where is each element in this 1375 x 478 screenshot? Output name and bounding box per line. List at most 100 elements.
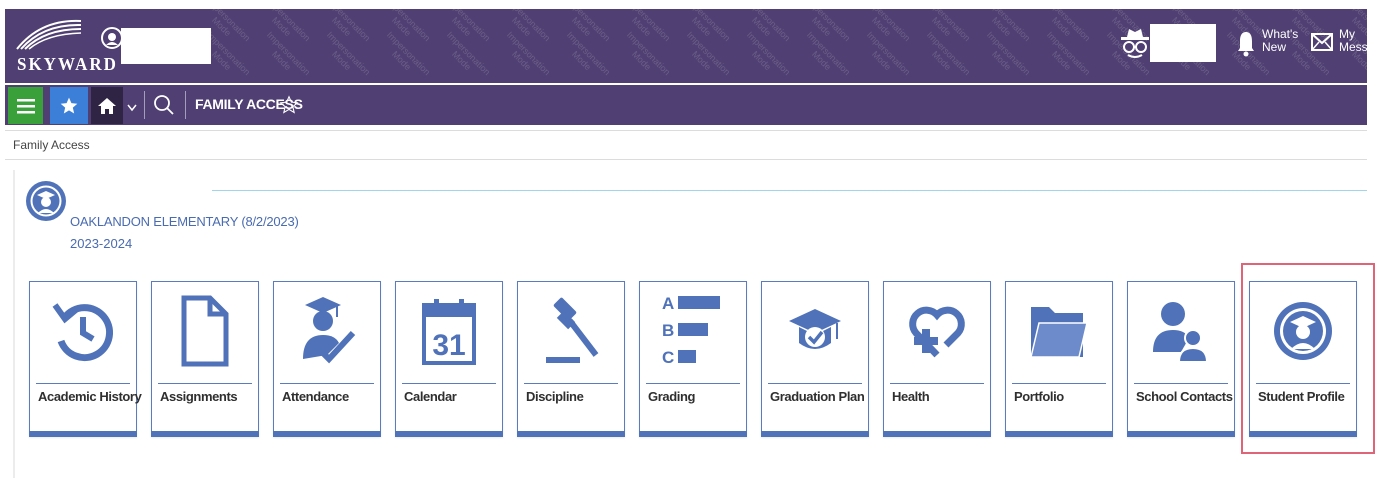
watermark-text: Impersonation Mode (624, 29, 673, 78)
watermark-text: Impersonation Mode (384, 9, 433, 44)
tile-label: Health (892, 389, 930, 404)
watermark-text: Impersonation Mode (504, 9, 553, 44)
tile-rule (1012, 383, 1106, 384)
watermark-text: Impersonation Mode (1044, 29, 1093, 78)
tile-accent (883, 431, 991, 437)
tile-rule (158, 383, 252, 384)
tile-label: School Contacts (1136, 389, 1233, 404)
tile-calendar[interactable]: 31 Calendar (395, 281, 503, 437)
my-messages-link[interactable]: My Messages (1339, 28, 1367, 54)
top-header: Impersonation Mode Impersonation Mode Impe… (5, 9, 1367, 83)
watermark-text: Impersonation Mode (804, 29, 853, 78)
tile-accent (273, 431, 381, 437)
watermark-text: Impersonation Mode (864, 29, 913, 78)
divider (144, 91, 145, 119)
tile-health[interactable]: Health (883, 281, 991, 437)
watermark-text: Impersonation Mode (684, 29, 733, 78)
student-check-icon (303, 297, 356, 364)
navigation-bar: FAMILY ACCESS (5, 85, 1367, 125)
tile-assignments[interactable]: Assignments (151, 281, 259, 437)
section-divider (212, 190, 1367, 191)
tile-accent (1005, 431, 1113, 437)
watermark-text: Impersonation Mode (1044, 9, 1093, 44)
history-icon (52, 303, 114, 362)
skyward-logo[interactable]: SKYWARD (11, 15, 116, 77)
calendar-day: 31 (432, 329, 465, 362)
student-avatar-icon[interactable] (101, 27, 123, 49)
school-name[interactable]: OAKLANDON ELEMENTARY (8/2/2023) (70, 214, 299, 229)
watermark-text: Impersonation Mode (864, 9, 913, 44)
menu-button[interactable] (8, 87, 43, 124)
tile-accent (517, 431, 625, 437)
tile-accent (761, 431, 869, 437)
hamburger-icon (16, 98, 35, 113)
bell-icon[interactable] (1236, 29, 1256, 59)
logo-text: SKYWARD (17, 54, 118, 75)
chevron-down-icon[interactable] (125, 99, 139, 113)
watermark-text: Impersonation Mode (744, 29, 793, 78)
watermark-text: Impersonation Mode (564, 9, 613, 44)
watermark-text: Impersonation Mode (384, 29, 433, 78)
watermark-text: Impersonation Mode (564, 29, 613, 78)
tile-rule (402, 383, 496, 384)
watermark-text: Impersonation Mode (804, 9, 853, 44)
tile-rule (1134, 383, 1228, 384)
tile-rule (768, 383, 862, 384)
tile-rule (646, 383, 740, 384)
tile-label: Attendance (282, 389, 349, 404)
tile-rule (524, 383, 618, 384)
watermark-text: Impersonation Mode (324, 9, 373, 44)
gavel-icon (546, 297, 599, 363)
watermark-text: Impersonation Mode (324, 29, 373, 78)
grade-letter-a: A (662, 294, 674, 313)
tile-accent (639, 431, 747, 437)
watermark-text: Impersonation Mode (984, 9, 1033, 44)
tile-discipline[interactable]: Discipline (517, 281, 625, 437)
redacted-user-name (1150, 24, 1216, 62)
mail-icon[interactable] (1311, 33, 1333, 51)
tile-label: Calendar (404, 389, 457, 404)
watermark-text: Impersonation Mode (504, 29, 553, 78)
tile-portfolio[interactable]: Portfolio (1005, 281, 1113, 437)
logo-swoosh-icon (16, 19, 82, 50)
watermark-text: Impersonation Mode (444, 9, 493, 44)
folder-icon (1030, 307, 1088, 358)
redacted-student-name (121, 28, 211, 64)
grade-letter-c: C (662, 348, 674, 367)
calendar-icon: 31 (422, 299, 476, 365)
watermark-text: Impersonation Mode (444, 29, 493, 78)
watermark-text: Impersonation Mode (924, 29, 973, 78)
breadcrumb[interactable]: Family Access (13, 138, 90, 152)
document-icon (181, 295, 229, 367)
impersonation-icon[interactable] (1119, 25, 1151, 61)
highlight-annotation (1241, 263, 1375, 454)
breadcrumb-bar: Family Access (5, 130, 1367, 160)
tile-graduation-plan[interactable]: Graduation Plan (761, 281, 869, 437)
whats-new-link[interactable]: What's New (1262, 28, 1298, 54)
tile-academic-history[interactable]: Academic History (29, 281, 142, 437)
watermark-text: Impersonation Mode (984, 29, 1033, 78)
tile-accent (1127, 431, 1235, 437)
favorite-star-outline-icon[interactable] (279, 95, 299, 115)
content-border (13, 170, 15, 478)
tile-label: Academic History (38, 389, 142, 404)
divider (185, 91, 186, 119)
watermark-text: Impersonation Mode (624, 9, 673, 44)
home-button[interactable] (91, 87, 123, 124)
graduation-cap-icon (789, 309, 841, 349)
school-year: 2023-2024 (70, 236, 133, 251)
home-icon (98, 97, 116, 114)
favorites-button[interactable] (50, 87, 88, 124)
contacts-icon (1153, 302, 1209, 363)
tile-grading[interactable]: A B C Grading (639, 281, 747, 437)
student-avatar-icon[interactable] (25, 180, 67, 222)
tile-school-contacts[interactable]: School Contacts (1127, 281, 1235, 437)
tile-rule (280, 383, 374, 384)
tile-attendance[interactable]: Attendance (273, 281, 381, 437)
tile-accent (151, 431, 259, 437)
watermark-text: Impersonation Mode (264, 29, 313, 78)
heart-plus-icon (909, 306, 965, 358)
tile-label: Assignments (160, 389, 238, 404)
search-icon[interactable] (153, 94, 175, 116)
tile-label: Portfolio (1014, 389, 1064, 404)
